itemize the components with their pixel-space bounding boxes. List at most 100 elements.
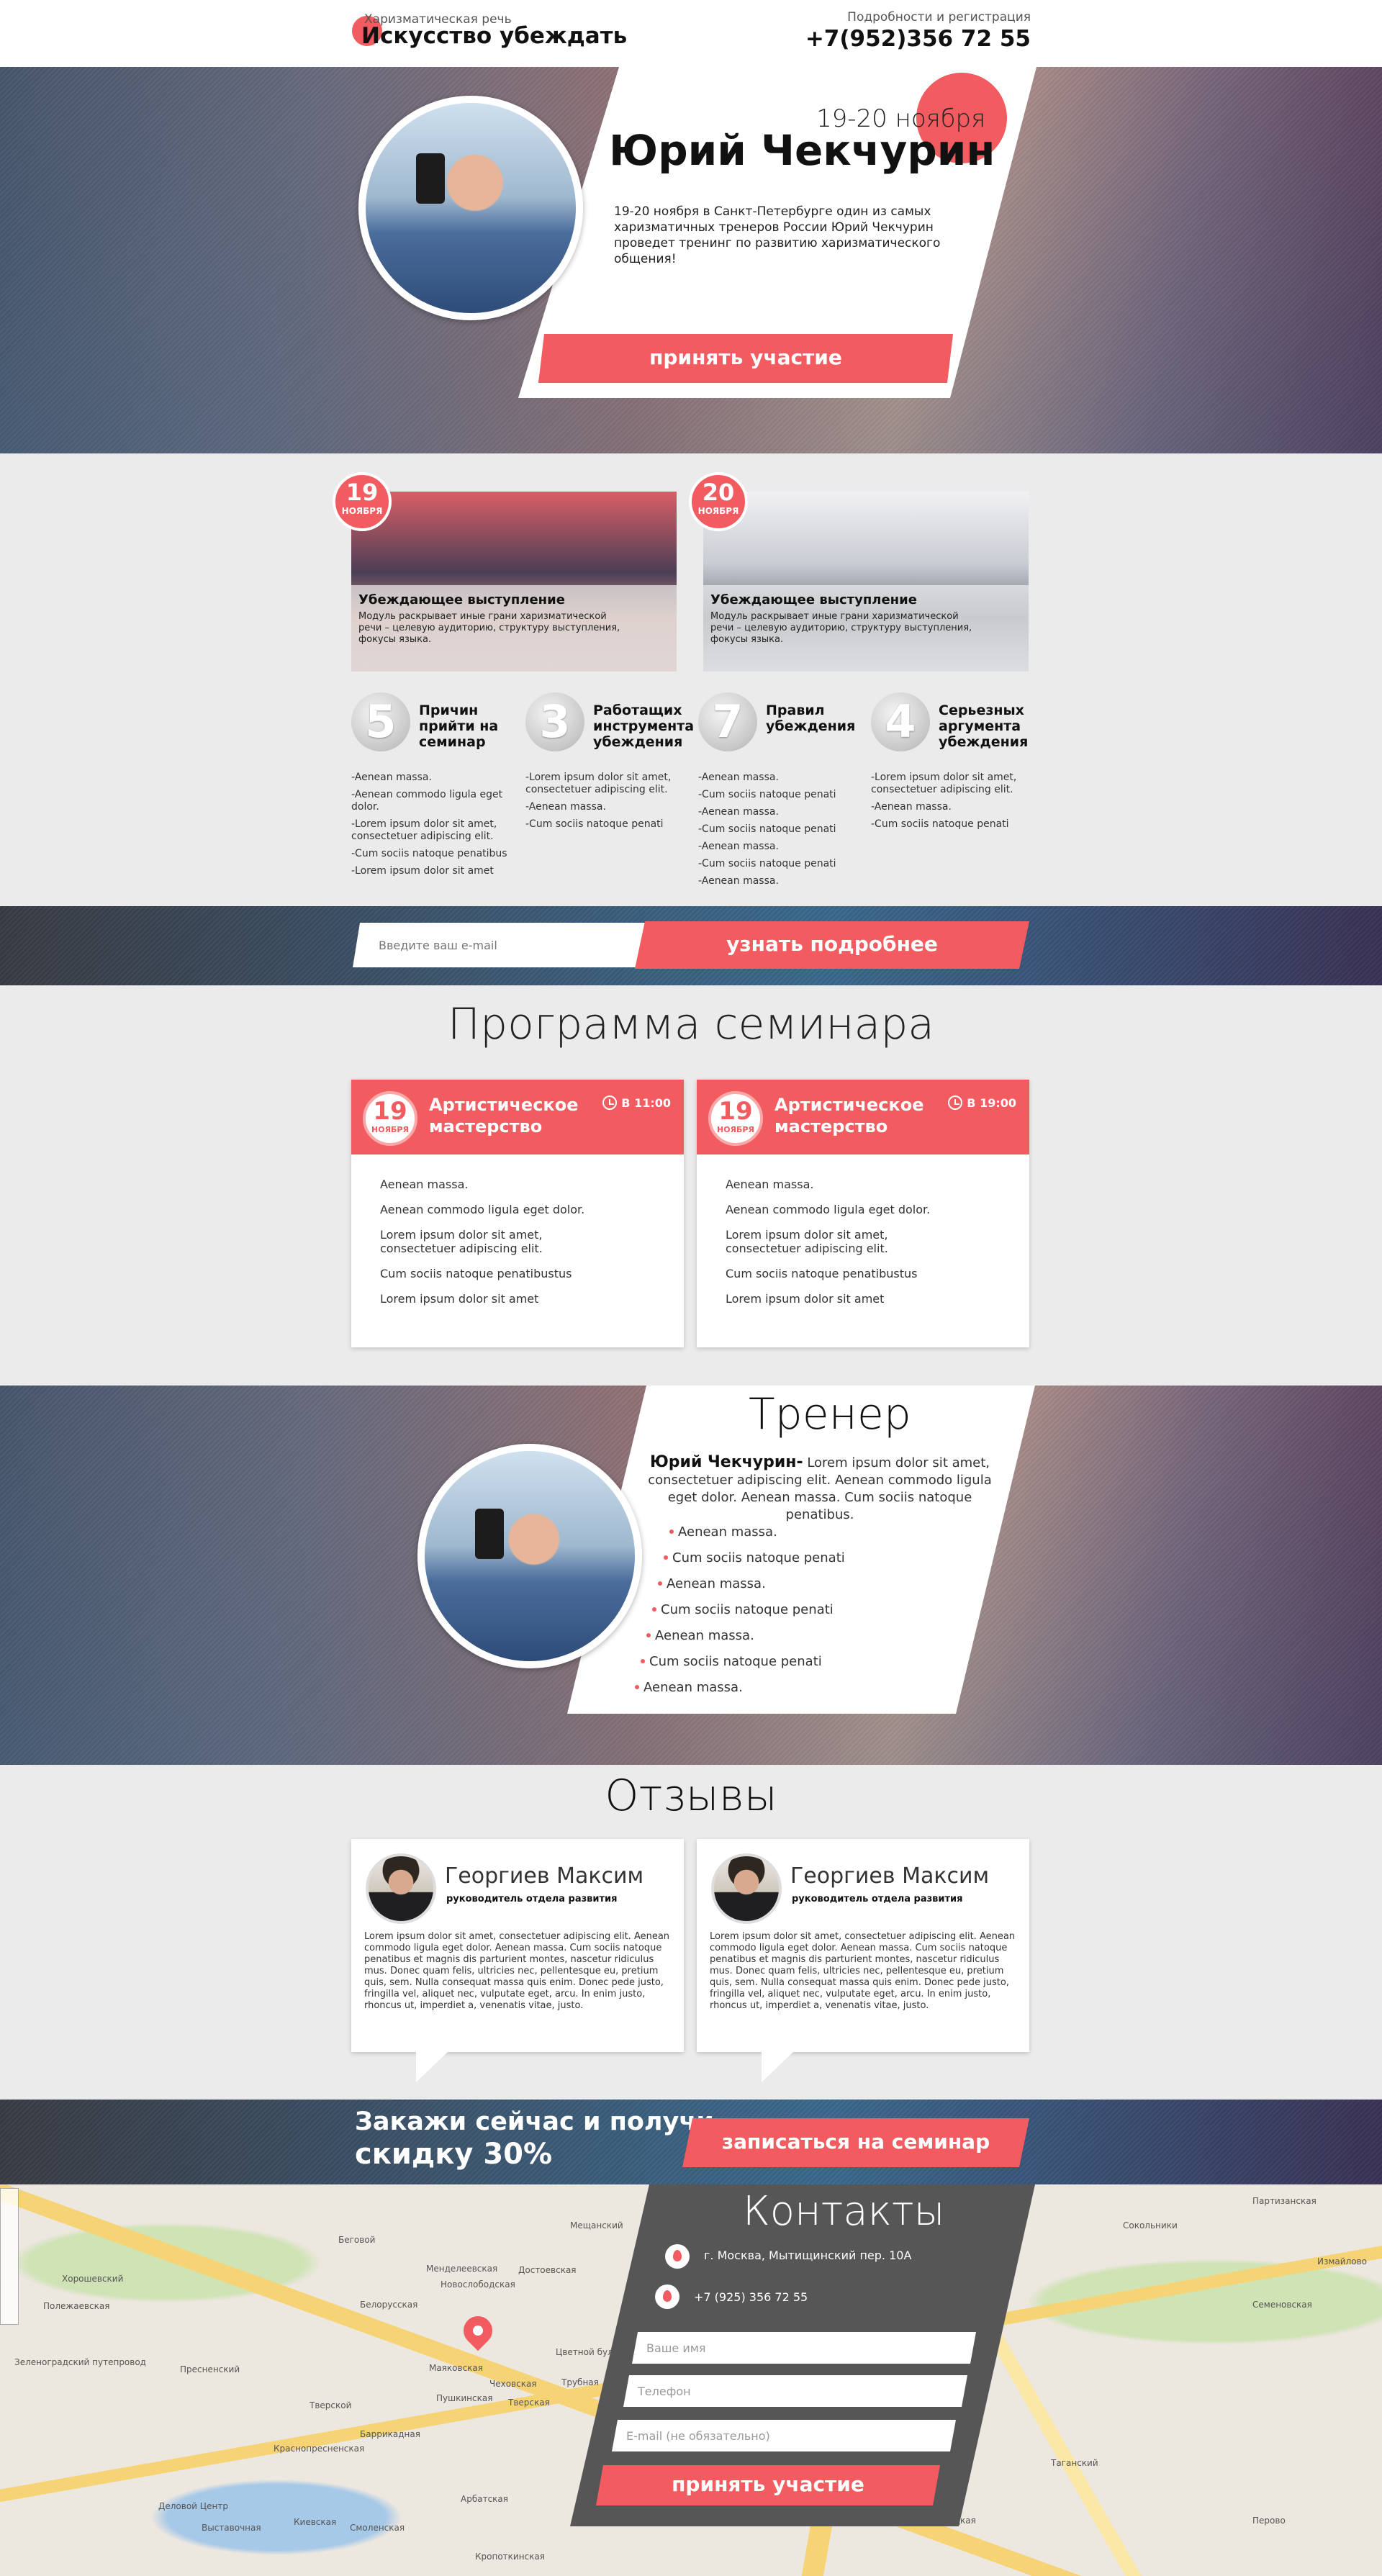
offer-line-1: Закажи сейчас и получи- xyxy=(355,2107,725,2136)
map-zoom-control[interactable] xyxy=(0,2188,19,2325)
list-item: -Cum sociis natoque penati xyxy=(698,789,836,800)
speaker-shape xyxy=(475,1509,504,1559)
review-text: Lorem ipsum dolor sit amet, consectetuer… xyxy=(364,1931,670,2011)
list-item: Aenean massa. xyxy=(646,1628,754,1643)
map-label: Новослободская xyxy=(441,2279,515,2290)
list-item: -Aenean massa. xyxy=(698,772,779,783)
clock-icon xyxy=(948,1095,963,1110)
day-card: Убеждающее выступление Модуль раскрывает… xyxy=(351,492,677,672)
trainer-photo xyxy=(417,1444,642,1668)
reviewer-name: Георгиев Максим xyxy=(445,1863,644,1889)
hero-trainer-name: Юрий Чекчурин xyxy=(609,126,995,175)
map-label: Тверская xyxy=(508,2398,550,2408)
participate-button[interactable]: принять участие xyxy=(596,2465,940,2505)
participate-button[interactable]: принять участие xyxy=(538,334,953,383)
map-label: Арбатская xyxy=(461,2494,508,2504)
program-time-label: В 19:00 xyxy=(967,1096,1016,1110)
map-label: Тверской xyxy=(310,2400,352,2410)
map-label: Маяковская xyxy=(429,2363,484,2373)
program-card-header: 19 НОЯБРЯ Артистическое мастерство В 11:… xyxy=(351,1080,684,1154)
map-label: Чеховская xyxy=(489,2379,537,2389)
email-input[interactable] xyxy=(353,923,648,967)
program-date-badge: 19 НОЯБРЯ xyxy=(363,1091,417,1146)
reviewer-role: руководитель отдела развития xyxy=(792,1894,963,1904)
list-item: -Aenean massa. xyxy=(698,875,779,887)
list-item: Lorem ipsum dolor sit amet xyxy=(380,1292,539,1306)
program-time-label: В 11:00 xyxy=(621,1096,671,1110)
list-item: -Cum sociis natoque penatibus xyxy=(351,848,507,859)
email-field[interactable] xyxy=(612,2420,956,2451)
program-time: В 19:00 xyxy=(948,1095,1016,1110)
trainer-photo xyxy=(358,96,583,320)
feature-title: Работащих инструмента убеждения xyxy=(593,702,695,750)
phone-icon xyxy=(655,2284,679,2309)
list-item: Cum sociis natoque penatibustus xyxy=(726,1267,918,1280)
map-label: Баррикадная xyxy=(360,2429,420,2439)
avatar xyxy=(711,1853,782,1924)
list-item: Cum sociis natoque penati xyxy=(664,1550,845,1565)
feature-number: 4 xyxy=(871,692,930,751)
day-number: 19 xyxy=(346,479,379,506)
feature-title: Причин прийти на семинар xyxy=(419,702,499,750)
list-item: Aenean massa. xyxy=(669,1524,777,1540)
list-item: -Aenean massa. xyxy=(525,801,606,813)
list-item: Lorem ipsum dolor sit amet, consectetuer… xyxy=(380,1228,543,1255)
day-month: НОЯБРЯ xyxy=(341,506,383,516)
list-item: -Lorem ipsum dolor sit amet, consectetue… xyxy=(871,772,1017,795)
list-item: -Cum sociis natoque penati xyxy=(698,858,836,869)
learn-more-button[interactable]: узнать подробнее xyxy=(635,921,1029,969)
list-item: Aenean commodo ligula eget dolor. xyxy=(380,1203,585,1216)
signup-seminar-button[interactable]: записаться на семинар xyxy=(682,2118,1029,2167)
contact-address: г. Москва, Мытищинский пер. 10А xyxy=(704,2249,912,2262)
list-item: -Aenean commodo ligula eget dolor. xyxy=(351,789,503,813)
contacts-title: Контакты xyxy=(743,2188,945,2235)
site-header: Харизматическая речь Искусство убеждать … xyxy=(0,0,1382,67)
program-card-header: 19 НОЯБРЯ Артистическое мастерство В 19:… xyxy=(697,1080,1029,1154)
day-number: 20 xyxy=(702,479,735,506)
list-item: Cum sociis natoque penatibustus xyxy=(380,1267,572,1280)
feature-title: Правил убеждения xyxy=(766,702,856,734)
program-title: Программа семинара xyxy=(447,999,935,1049)
list-item: -Lorem ipsum dolor sit amet, consectetue… xyxy=(351,818,497,842)
map-label: Краснопресненская xyxy=(274,2444,365,2454)
clock-icon xyxy=(602,1095,618,1110)
feature-number: 5 xyxy=(351,692,410,751)
reviewer-role: руководитель отдела развития xyxy=(446,1894,618,1904)
program-list: Aenean massa. Aenean commodo ligula eget… xyxy=(351,1154,684,1306)
review-card: Георгиев Максим руководитель отдела разв… xyxy=(697,1839,1029,2082)
program-card: 19 НОЯБРЯ Артистическое мастерство В 11:… xyxy=(351,1080,684,1347)
speaker-shape xyxy=(416,153,445,204)
program-card-title: Артистическое мастерство xyxy=(429,1095,579,1136)
day-card: Убеждающее выступление Модуль раскрывает… xyxy=(703,492,1029,672)
list-item: Aenean massa. xyxy=(726,1178,814,1191)
feature-list: -Aenean massa. -Aenean commodo ligula eg… xyxy=(351,772,517,882)
name-field[interactable] xyxy=(632,2332,976,2364)
feature-number: 3 xyxy=(525,692,584,751)
registration-label: Подробности и регистрация xyxy=(847,10,1031,24)
header-phone[interactable]: +7(952)356 72 55 xyxy=(805,26,1031,52)
list-item: Aenean commodo ligula eget dolor. xyxy=(726,1203,931,1216)
map-label: Полежаевская xyxy=(43,2301,110,2311)
map-label: Киевская xyxy=(294,2517,337,2527)
map-label: Таганский xyxy=(1051,2458,1098,2468)
trainer-title: Тренер xyxy=(749,1389,911,1440)
program-day: 19 xyxy=(373,1097,407,1126)
contact-phone[interactable]: +7 (925) 356 72 55 xyxy=(694,2290,808,2304)
list-item: Lorem ipsum dolor sit amet xyxy=(726,1292,885,1306)
map-label: Измайлово xyxy=(1317,2256,1367,2267)
feature-list: -Lorem ipsum dolor sit amet, consectetue… xyxy=(871,772,1036,836)
day-card-title: Убеждающее выступление xyxy=(710,592,917,607)
program-list: Aenean massa. Aenean commodo ligula eget… xyxy=(697,1154,1029,1306)
program-time: В 11:00 xyxy=(602,1095,671,1110)
reviewer-name: Георгиев Максим xyxy=(790,1863,990,1889)
list-item: Aenean massa. xyxy=(658,1576,766,1591)
phone-field[interactable] xyxy=(623,2375,967,2407)
map-label: Выставочная xyxy=(202,2523,261,2533)
logo-title[interactable]: Искусство убеждать xyxy=(361,23,627,49)
list-item: Cum sociis natoque penati xyxy=(641,1654,822,1669)
review-card: Георгиев Максим руководитель отдела разв… xyxy=(351,1839,684,2082)
trainer-section xyxy=(0,1386,1382,1765)
map-label: Трубная xyxy=(561,2377,599,2387)
reviews-title: Отзывы xyxy=(605,1771,777,1821)
program-day: 19 xyxy=(718,1097,753,1126)
